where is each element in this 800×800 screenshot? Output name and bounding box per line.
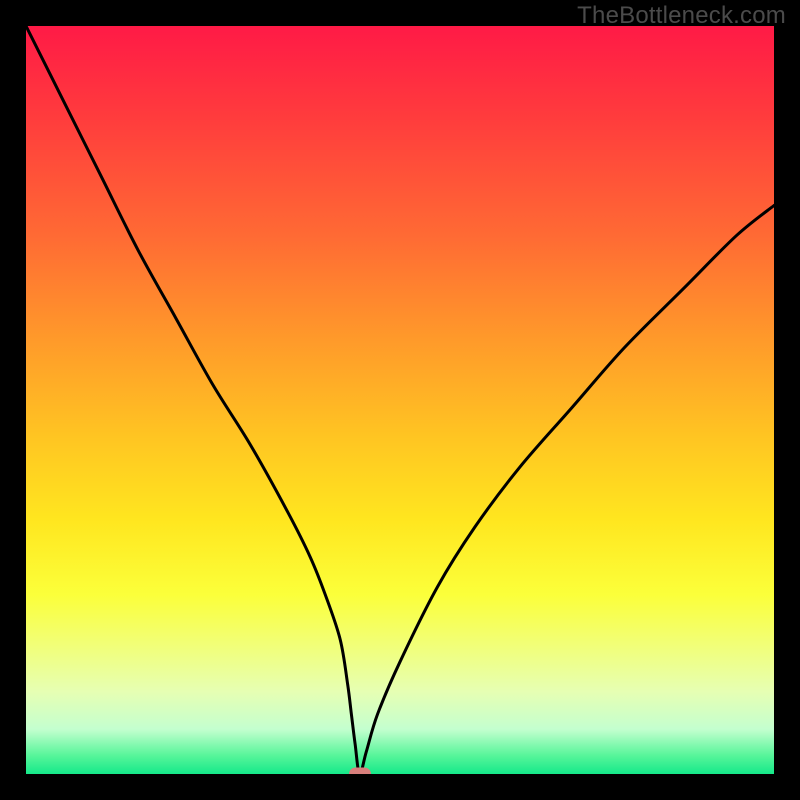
watermark-text: TheBottleneck.com — [577, 2, 786, 30]
optimal-point-marker — [349, 768, 371, 775]
bottleneck-curve — [26, 26, 774, 774]
chart-frame: TheBottleneck.com — [0, 0, 800, 800]
plot-area — [26, 26, 774, 774]
